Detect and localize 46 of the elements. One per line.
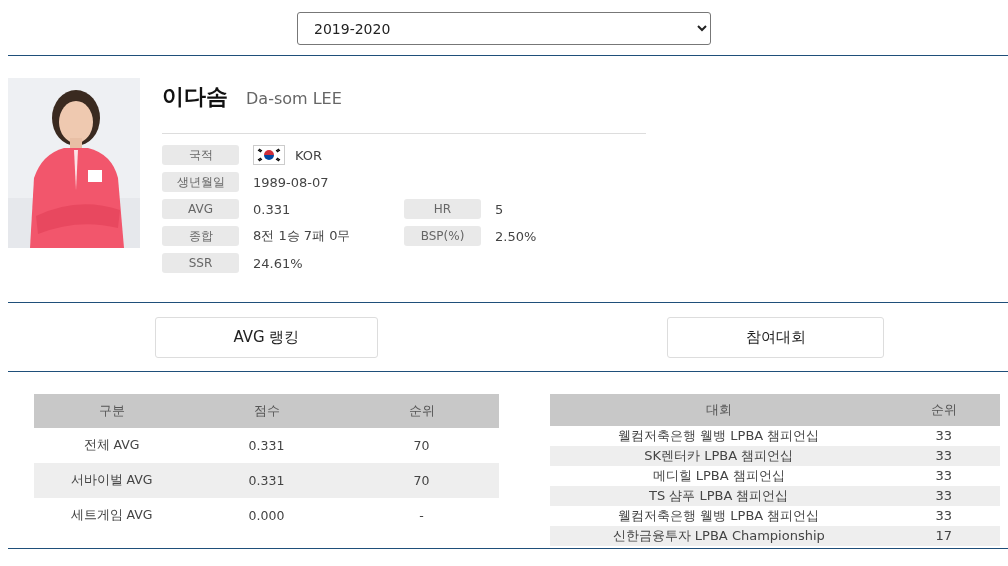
table-cell: 세트게임 AVG	[34, 498, 189, 533]
table-cell: 웰컴저축은행 웰뱅 LPBA 챔피언십	[550, 506, 888, 526]
player-name: 이다솜	[162, 83, 228, 111]
field-label: BSP(%)	[404, 226, 481, 246]
field-label: 종합	[162, 226, 239, 246]
table-cell: 전체 AVG	[34, 428, 189, 463]
field-value: KOR	[295, 147, 323, 163]
player-name-english: Da-som LEE	[246, 89, 342, 108]
field-value: 2.50%	[495, 228, 537, 244]
table-cell: -	[344, 498, 499, 533]
field-value: 24.61%	[253, 255, 303, 271]
table-cell: 70	[344, 463, 499, 498]
table-cell: 33	[887, 466, 1000, 486]
section-button[interactable]: 참여대회	[667, 316, 884, 358]
table-cell: 서바이벌 AVG	[34, 463, 189, 498]
table-cell: 0.331	[189, 428, 344, 463]
table-cell: TS 샴푸 LPBA 챔피언십	[550, 486, 888, 506]
field-value: 5	[495, 201, 504, 217]
column-header: 점수	[189, 394, 344, 428]
field-value: 1989-08-07	[253, 174, 329, 190]
table-cell: 33	[887, 486, 1000, 506]
table-cell: 신한금융투자 LPBA Championship	[550, 526, 888, 546]
field-label: HR	[404, 199, 481, 219]
column-header: 구분	[34, 394, 189, 428]
table-cell: 33	[887, 426, 1000, 446]
flag-icon	[253, 145, 285, 165]
field-value: 0.331	[253, 201, 291, 217]
field-label: AVG	[162, 199, 239, 219]
field-label: 국적	[162, 145, 239, 165]
table-cell: 0.331	[189, 463, 344, 498]
season-select[interactable]: 2019-2020	[297, 12, 711, 45]
table-cell: 33	[887, 446, 1000, 466]
table-cell: 70	[344, 428, 499, 463]
column-header: 순위	[887, 394, 1000, 426]
table-cell: SK렌터카 LPBA 챔피언십	[550, 446, 888, 466]
table-cell: 0.000	[189, 498, 344, 533]
table-cell: 17	[887, 526, 1000, 546]
table-cell: 웰컴저축은행 웰뱅 LPBA 챔피언십	[550, 426, 888, 446]
field-label: 생년월일	[162, 172, 239, 192]
field-value: 8전 1승 7패 0무	[253, 227, 351, 245]
field-label: SSR	[162, 253, 239, 273]
column-header: 대회	[550, 394, 888, 426]
column-header: 순위	[344, 394, 499, 428]
table-cell: 33	[887, 506, 1000, 526]
section-button[interactable]: AVG 랭킹	[155, 316, 378, 358]
table-cell: 메디힐 LPBA 챔피언십	[550, 466, 888, 486]
